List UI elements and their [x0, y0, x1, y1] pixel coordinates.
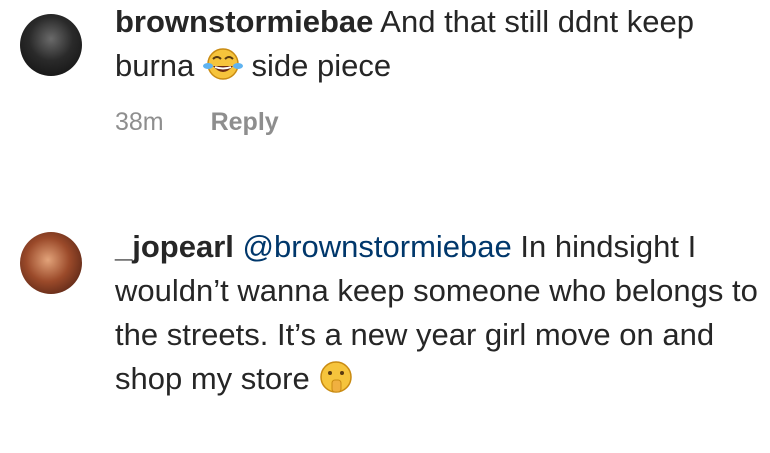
comment-body: brownstormiebae And that still ddnt keep… — [115, 0, 765, 94]
avatar[interactable] — [20, 232, 82, 294]
reply-button[interactable]: Reply — [211, 108, 279, 136]
mention-link[interactable]: @brownstormiebae — [243, 229, 512, 264]
comment-meta: 38m Reply — [115, 108, 279, 137]
comment-body: _jopearl @brownstormiebae In hindsight I… — [115, 225, 765, 407]
shushing-face-emoji-icon — [318, 359, 354, 407]
comment-username[interactable]: _jopearl — [115, 229, 234, 264]
laughing-tears-emoji-icon — [202, 46, 243, 94]
comment-timestamp: 38m — [115, 108, 164, 136]
comment-text-continued: side piece — [251, 48, 392, 83]
avatar[interactable] — [20, 14, 82, 76]
comment-username[interactable]: brownstormiebae — [115, 4, 373, 39]
